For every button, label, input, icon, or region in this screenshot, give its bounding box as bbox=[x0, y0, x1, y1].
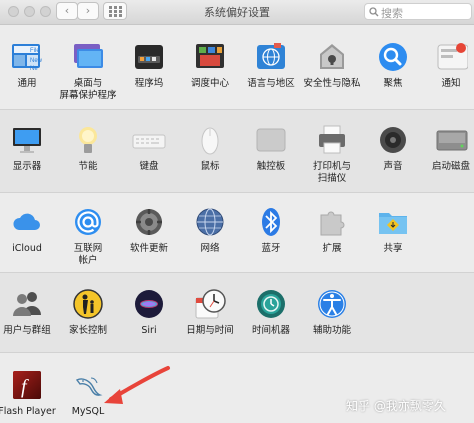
red-arrow-annotation bbox=[104, 366, 170, 404]
watermark: 知乎 @我亦飘零久 bbox=[346, 399, 446, 413]
